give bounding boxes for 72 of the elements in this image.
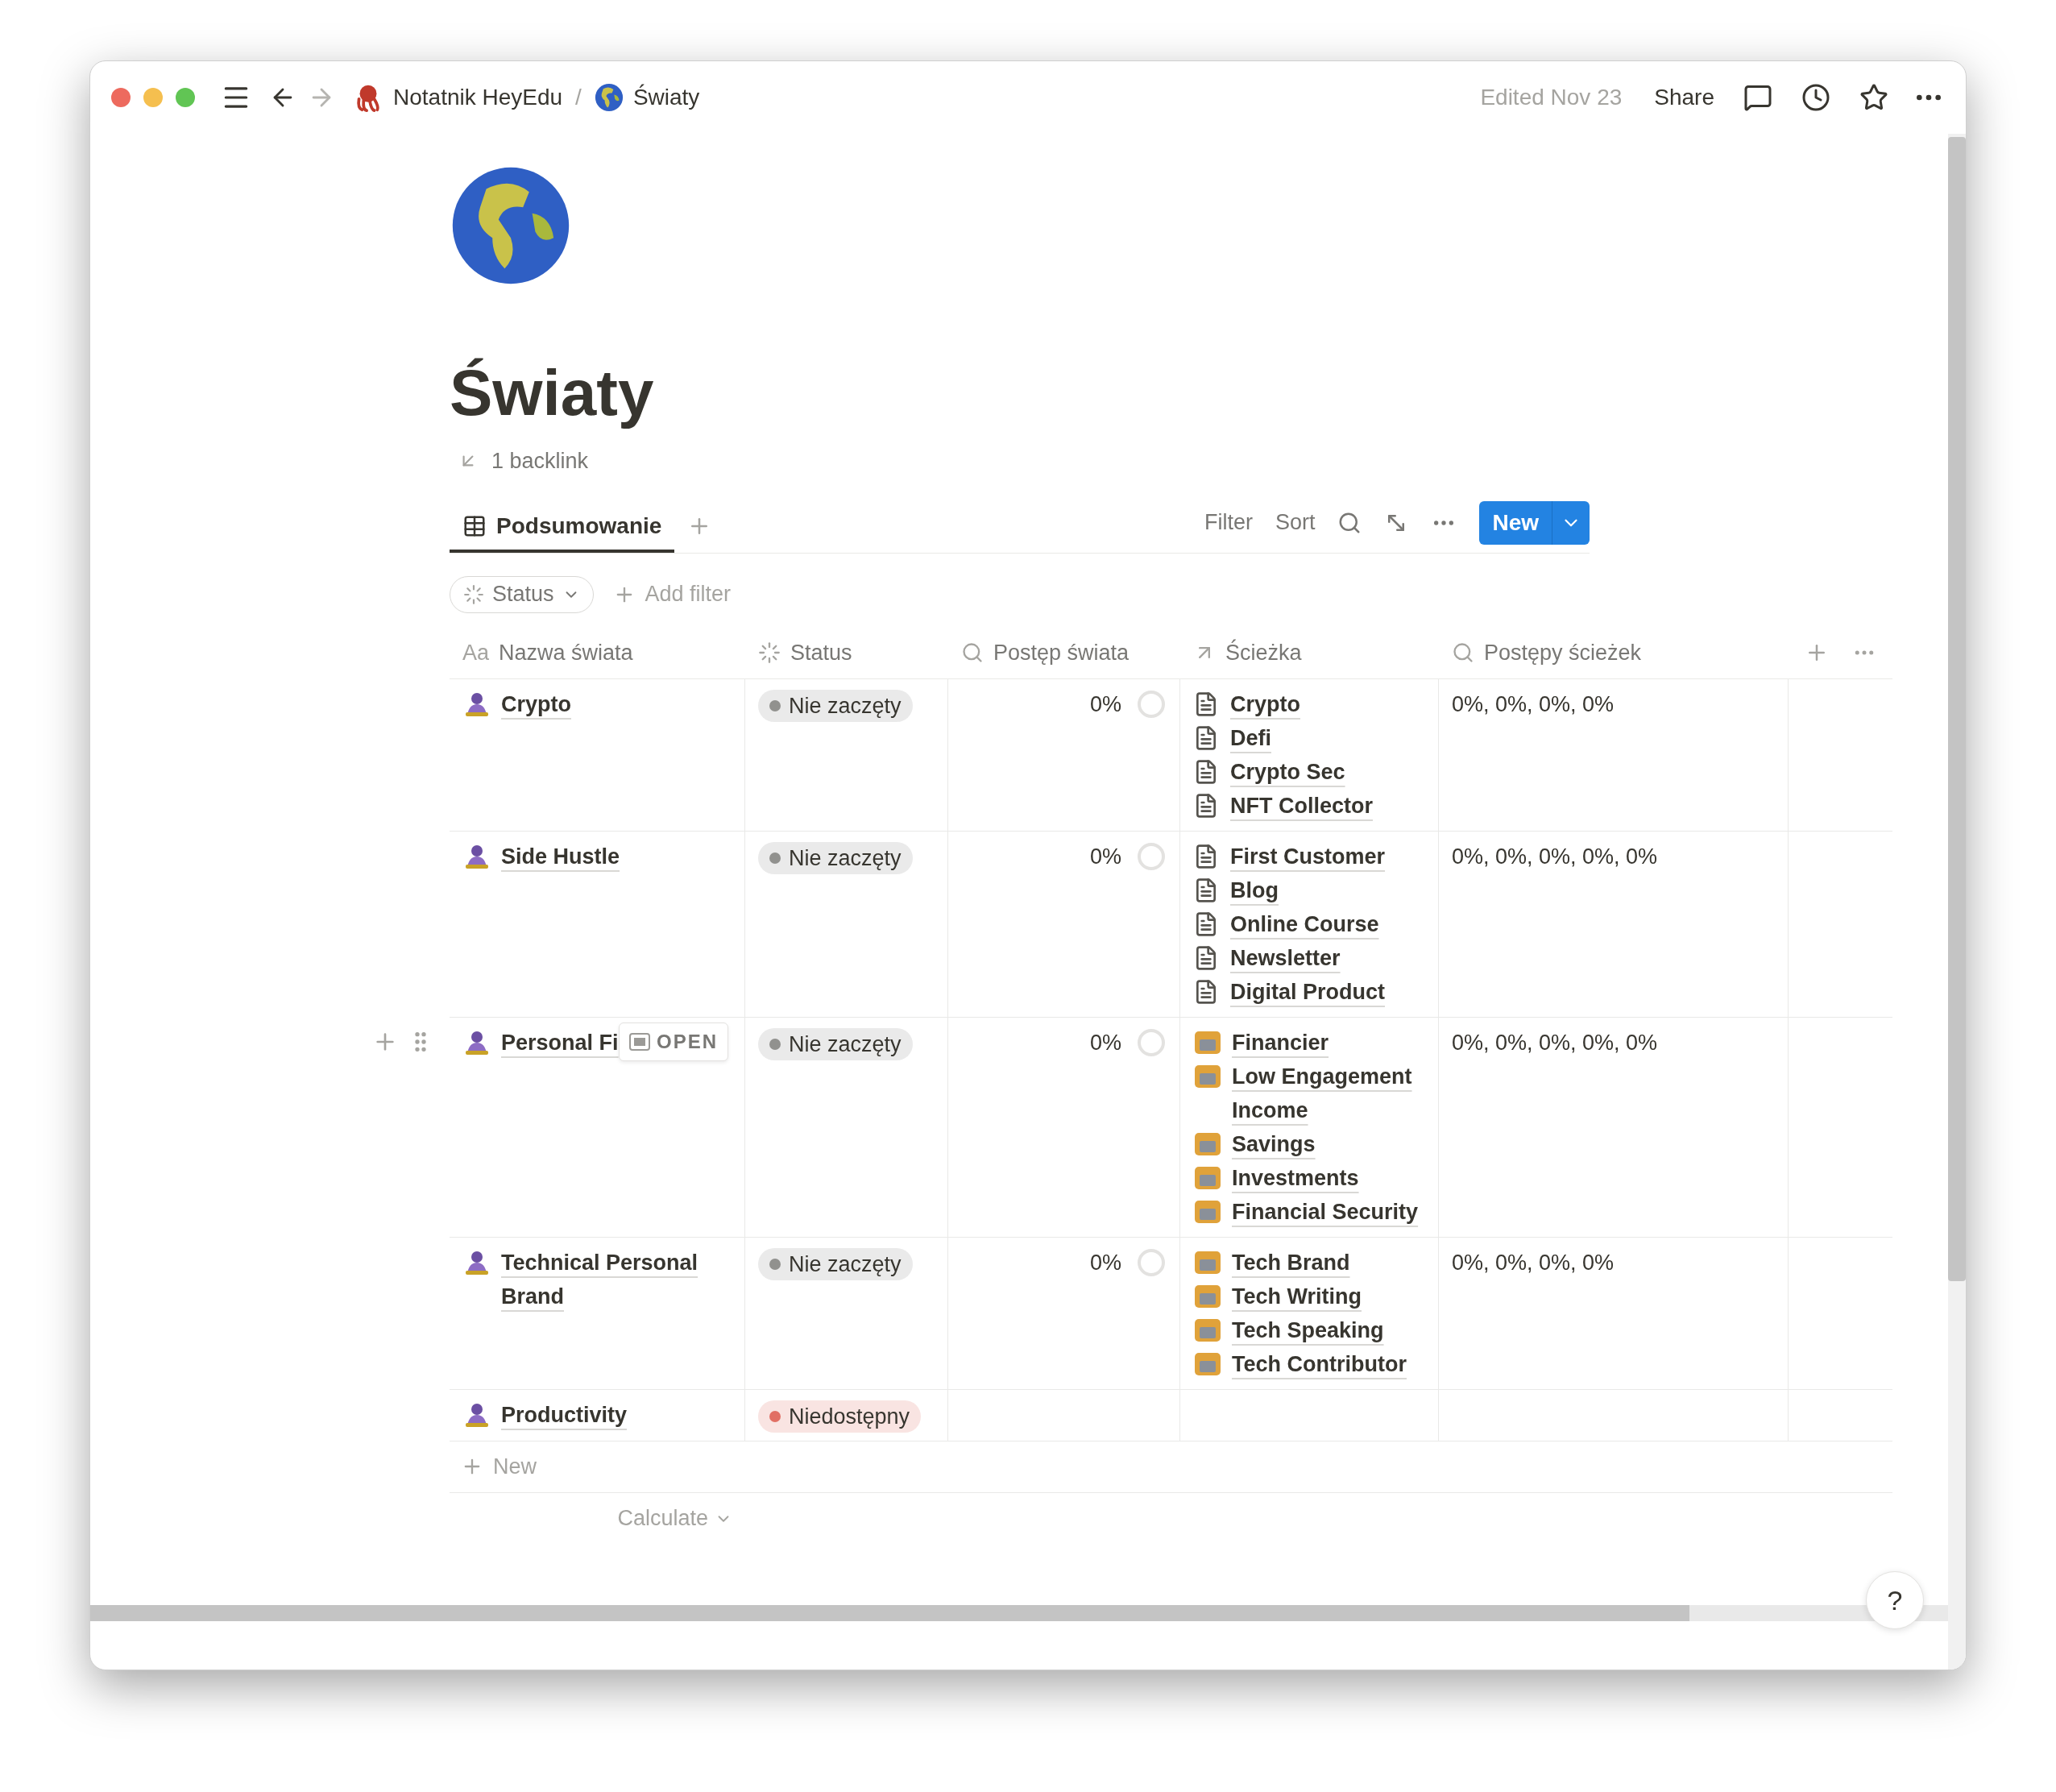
close-window-button[interactable] (111, 88, 131, 107)
breadcrumb-separator: / (575, 84, 582, 111)
panel-icon (629, 1032, 650, 1051)
row-title-link[interactable]: Technical Personal Brand (501, 1245, 732, 1313)
path-link[interactable]: First Customer (1230, 839, 1386, 873)
vertical-scrollbar[interactable] (1948, 134, 1966, 1670)
status-icon (758, 641, 781, 664)
text-type-icon: Aa (462, 636, 490, 670)
progress-value: 0% (1089, 1029, 1121, 1056)
clock-icon[interactable] (1801, 83, 1830, 112)
edited-date: Edited Nov 23 (1480, 84, 1623, 111)
path-link[interactable]: Crypto Sec (1230, 754, 1345, 789)
path-progress-list: 0%, 0%, 0%, 0% (1452, 691, 1615, 716)
zoom-window-button[interactable] (176, 88, 195, 107)
progress-ring (1136, 1027, 1167, 1058)
row-title-link[interactable]: Side Hustle (501, 839, 620, 873)
column-header[interactable]: Status (790, 636, 852, 670)
minimize-window-button[interactable] (143, 88, 163, 107)
path-link[interactable]: Crypto (1230, 687, 1300, 721)
path-link[interactable]: Digital Product (1230, 974, 1385, 1009)
path-link[interactable]: Low Engagement Income (1232, 1059, 1427, 1127)
progress-ring (1136, 840, 1167, 872)
path-link[interactable]: Tech Contributor (1232, 1346, 1407, 1381)
search-icon (1452, 641, 1474, 664)
open-button[interactable]: OPEN (619, 1022, 728, 1061)
progress-ring (1136, 688, 1167, 720)
status-tag: Nie zaczęty (758, 1027, 913, 1060)
share-button[interactable]: Share (1654, 81, 1714, 114)
help-button[interactable]: ? (1866, 1571, 1924, 1629)
path-link[interactable]: Savings (1232, 1126, 1316, 1161)
comment-icon[interactable] (1743, 83, 1772, 112)
new-button[interactable]: New (1479, 500, 1590, 545)
row-title-link[interactable]: Productivity (501, 1397, 628, 1432)
breadcrumb-link[interactable]: Notatnik HeyEdu (393, 81, 563, 114)
globe-icon (594, 83, 624, 112)
path-link[interactable]: Newsletter (1230, 940, 1341, 975)
column-header[interactable]: Postępy ścieżek (1484, 636, 1642, 670)
path-link[interactable]: Financial Security (1232, 1194, 1419, 1229)
progress-value: 0% (1089, 843, 1121, 870)
path-link[interactable]: Tech Writing (1232, 1279, 1362, 1313)
path-link[interactable]: NFT Collector (1230, 788, 1373, 823)
path-link[interactable]: Investments (1232, 1160, 1359, 1195)
column-header[interactable]: Nazwa świata (499, 636, 633, 670)
path-link[interactable]: Financier (1232, 1025, 1329, 1060)
sort-button[interactable]: Sort (1275, 506, 1316, 539)
backlink-link[interactable]: 1 backlink (491, 445, 589, 478)
search-icon (961, 641, 984, 664)
path-link[interactable]: Blog (1230, 873, 1279, 907)
status-tag: Nie zaczęty (758, 689, 913, 722)
status-tag: Nie zaczęty (758, 1247, 913, 1280)
filter-button[interactable]: Filter (1204, 506, 1253, 539)
status-tag: Niedostępny (758, 1400, 922, 1433)
progress-ring (1136, 1247, 1167, 1278)
path-progress-list: 0%, 0%, 0%, 0%, 0% (1452, 844, 1658, 869)
status-tag: Nie zaczęty (758, 841, 913, 874)
row-title-link[interactable]: Personal Fi (501, 1025, 619, 1060)
path-link[interactable]: Tech Speaking (1232, 1313, 1384, 1347)
row-title-link[interactable]: Crypto (501, 687, 571, 721)
status-icon (463, 583, 484, 605)
page-title: Światy (450, 356, 655, 430)
breadcrumb-link[interactable]: Światy (632, 81, 700, 114)
column-header[interactable]: Ścieżka (1225, 636, 1302, 670)
path-progress-list: 0%, 0%, 0%, 0% (1452, 1250, 1615, 1275)
progress-value: 0% (1089, 691, 1121, 718)
path-link[interactable]: Tech Brand (1232, 1245, 1350, 1280)
view-tab[interactable]: Podsumowanie (450, 502, 675, 553)
path-progress-list: 0%, 0%, 0%, 0%, 0% (1452, 1030, 1658, 1055)
star-icon[interactable] (1859, 83, 1888, 112)
column-header[interactable]: Postęp świata (993, 636, 1130, 670)
path-link[interactable]: Online Course (1230, 906, 1379, 941)
progress-value: 0% (1089, 1249, 1121, 1276)
path-link[interactable]: Defi (1230, 720, 1271, 755)
